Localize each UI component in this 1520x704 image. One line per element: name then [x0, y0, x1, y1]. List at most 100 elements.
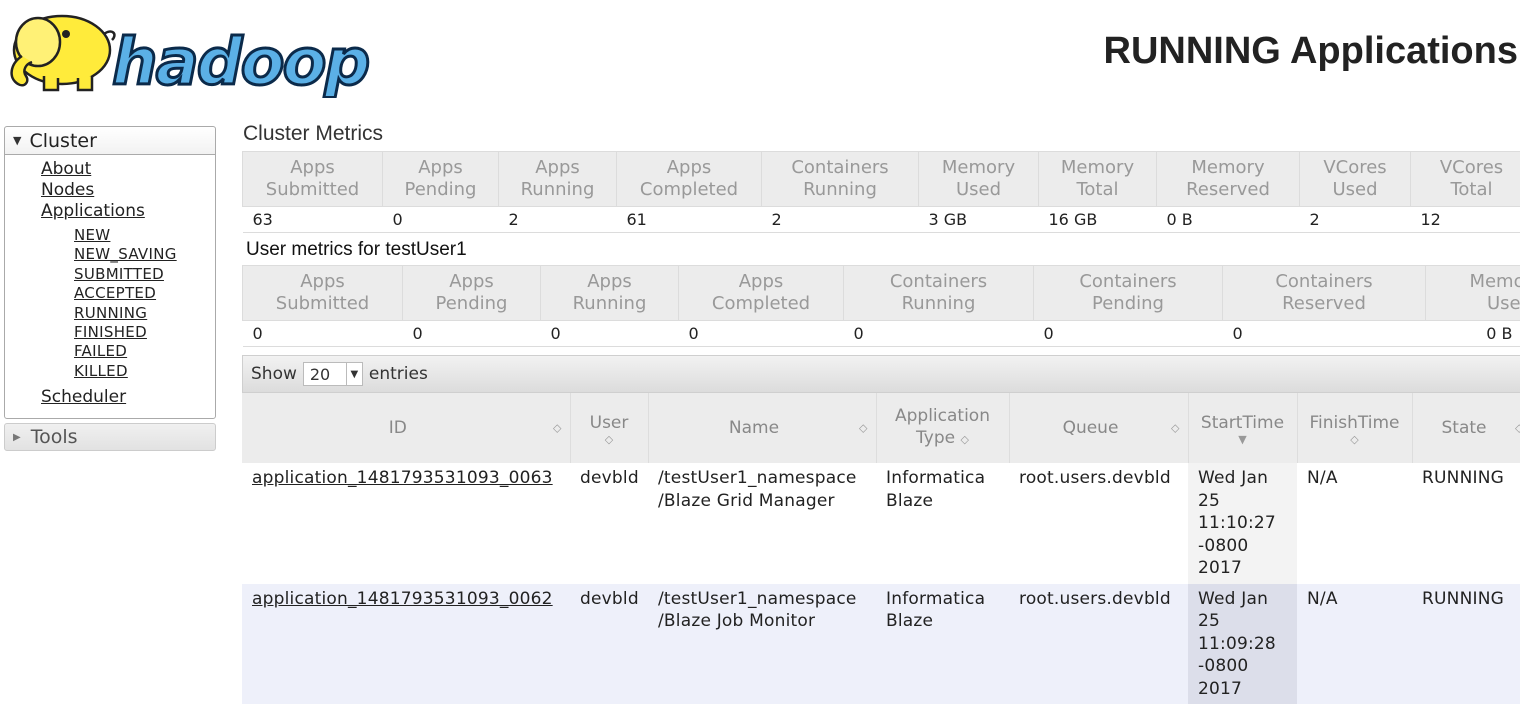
metric-value: 0 — [243, 321, 403, 347]
app-start-time: Wed Jan2511:09:28-08002017 — [1188, 584, 1297, 704]
cluster-metrics-value-row: 63 0 2 61 2 3 GB 16 GB 0 B 2 12 — [243, 207, 1520, 233]
nav-link-nodes[interactable]: Nodes — [41, 180, 215, 201]
nav-link-accepted[interactable]: ACCEPTED — [74, 284, 215, 303]
metric-header: MemoryReserved — [1157, 152, 1300, 207]
elephant-icon — [12, 16, 115, 90]
chevron-down-icon: ▼ — [346, 363, 362, 385]
metric-header: AppsPending — [383, 152, 499, 207]
entries-bar: Show 20 ▼ entries — [242, 355, 1520, 393]
metric-header: AppsRunning — [541, 266, 679, 321]
metric-value: 2 — [1300, 207, 1411, 233]
metric-value: 2 — [762, 207, 919, 233]
app-state-links: NEW NEW_SAVING SUBMITTED ACCEPTED RUNNIN… — [41, 226, 215, 381]
nav-link-failed[interactable]: FAILED — [74, 342, 215, 361]
show-label: Show — [251, 364, 297, 384]
nav-link-applications[interactable]: Applications — [41, 201, 215, 222]
app-id-cell: application_1481793531093_0062 — [242, 584, 570, 704]
entries-label: entries — [369, 364, 428, 384]
column-header-id[interactable]: ID◇ — [242, 393, 570, 463]
cluster-accordion-header[interactable]: ▼ Cluster — [5, 127, 215, 155]
app-finish-time: N/A — [1297, 584, 1412, 704]
app-queue: root.users.devbld — [1009, 463, 1188, 584]
metric-header: AppsSubmitted — [243, 266, 403, 321]
nav-link-killed[interactable]: KILLED — [74, 362, 215, 381]
cluster-metrics-table: AppsSubmitted AppsPending AppsRunning Ap… — [242, 151, 1520, 233]
user-metrics-value-row: 0 0 0 0 0 0 0 0 B — [243, 321, 1520, 347]
app-name: /testUser1_namespace/Blaze Job Monitor — [648, 584, 876, 704]
app-id-cell: application_1481793531093_0063 — [242, 463, 570, 584]
user-metrics-title: User metrics for testUser1 — [246, 239, 1520, 261]
metric-header: VCoresTotal — [1411, 152, 1520, 207]
column-header-state[interactable]: State◇ — [1412, 393, 1520, 463]
app-state: RUNNING — [1412, 463, 1520, 584]
metric-header: VCoresUsed — [1300, 152, 1411, 207]
metric-header: MemoryUsed — [919, 152, 1039, 207]
entries-count: 20 — [310, 365, 330, 384]
cluster-label: Cluster — [29, 130, 96, 152]
cluster-metrics-title: Cluster Metrics — [243, 122, 1520, 146]
metric-value: 16 GB — [1039, 207, 1157, 233]
app-type: InformaticaBlaze — [876, 584, 1009, 704]
metric-value: 0 B — [1426, 321, 1520, 347]
metric-header: MemorUsed — [1426, 266, 1520, 321]
nav-link-new[interactable]: NEW — [74, 226, 215, 245]
tools-label: Tools — [31, 426, 78, 448]
main-content: Cluster Metrics AppsSubmitted AppsPendin… — [242, 120, 1520, 704]
metric-header: AppsCompleted — [617, 152, 762, 207]
nav-link-finished[interactable]: FINISHED — [74, 323, 215, 342]
metric-header: ContainersRunning — [844, 266, 1034, 321]
nav-link-new-saving[interactable]: NEW_SAVING — [74, 245, 215, 264]
metric-header: ContainersPending — [1034, 266, 1223, 321]
nav-link-scheduler[interactable]: Scheduler — [41, 387, 215, 408]
metric-value: 0 — [541, 321, 679, 347]
tools-accordion-header[interactable]: ▶ Tools — [4, 423, 216, 451]
applications-table: ID◇ User◇ Name◇ ApplicationType ◇ Queue◇… — [242, 393, 1520, 704]
user-metrics-header-row: AppsSubmitted AppsPending AppsRunning Ap… — [243, 266, 1520, 321]
metric-header: AppsSubmitted — [243, 152, 383, 207]
app-type: InformaticaBlaze — [876, 463, 1009, 584]
sort-icon: ◇ — [960, 433, 968, 446]
nav-link-about[interactable]: About — [41, 159, 215, 180]
cluster-panel: ▼ Cluster About Nodes Applications NEW N… — [4, 126, 216, 419]
metric-value: 0 — [383, 207, 499, 233]
page-title: RUNNING Applications — [1104, 30, 1519, 73]
sort-icon: ◇ — [859, 424, 867, 433]
entries-per-page-select[interactable]: 20 ▼ — [303, 362, 363, 386]
column-header-user[interactable]: User◇ — [570, 393, 648, 463]
nav-link-submitted[interactable]: SUBMITTED — [74, 265, 215, 284]
app-name: /testUser1_namespace/Blaze Grid Manager — [648, 463, 876, 584]
table-row: application_1481793531093_0063 devbld /t… — [242, 463, 1520, 584]
cluster-metrics-header-row: AppsSubmitted AppsPending AppsRunning Ap… — [243, 152, 1520, 207]
column-header-start-time[interactable]: StartTime▼ — [1188, 393, 1297, 463]
metric-value: 0 — [1223, 321, 1426, 347]
app-user: devbld — [570, 463, 648, 584]
app-id-link[interactable]: application_1481793531093_0063 — [252, 468, 553, 488]
cluster-links: About Nodes Applications NEW NEW_SAVING … — [5, 155, 215, 418]
metric-value: 12 — [1411, 207, 1520, 233]
sort-icon: ◇ — [1171, 424, 1179, 433]
sort-icon: ◇ — [553, 424, 561, 433]
triangle-down-icon: ▼ — [13, 134, 21, 147]
metric-value: 0 B — [1157, 207, 1300, 233]
applications-header-row: ID◇ User◇ Name◇ ApplicationType ◇ Queue◇… — [242, 393, 1520, 463]
app-queue: root.users.devbld — [1009, 584, 1188, 704]
column-header-queue[interactable]: Queue◇ — [1009, 393, 1188, 463]
column-header-name[interactable]: Name◇ — [648, 393, 876, 463]
metric-value: 63 — [243, 207, 383, 233]
nav-link-running[interactable]: RUNNING — [74, 304, 215, 323]
sidebar-nav: ▼ Cluster About Nodes Applications NEW N… — [4, 126, 216, 451]
table-row: application_1481793531093_0062 devbld /t… — [242, 584, 1520, 704]
metric-value: 61 — [617, 207, 762, 233]
metric-value: 0 — [844, 321, 1034, 347]
app-id-link[interactable]: application_1481793531093_0062 — [252, 589, 553, 609]
metric-value: 2 — [499, 207, 617, 233]
column-header-application-type[interactable]: ApplicationType ◇ — [876, 393, 1009, 463]
app-user: devbld — [570, 584, 648, 704]
column-header-finish-time[interactable]: FinishTime◇ — [1297, 393, 1412, 463]
sort-icon: ◇ — [575, 435, 644, 444]
metric-value: 3 GB — [919, 207, 1039, 233]
app-state: RUNNING — [1412, 584, 1520, 704]
user-metrics-table: AppsSubmitted AppsPending AppsRunning Ap… — [242, 265, 1520, 347]
app-start-time: Wed Jan2511:10:27-08002017 — [1188, 463, 1297, 584]
sort-icon: ◇ — [1515, 424, 1520, 433]
